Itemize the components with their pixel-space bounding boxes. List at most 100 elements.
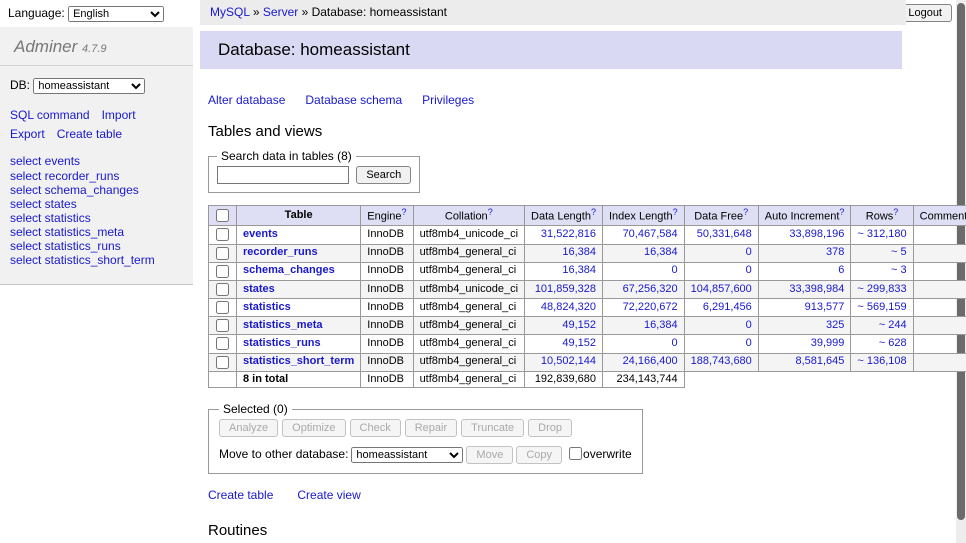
db-select[interactable]: homeassistant [33, 78, 145, 94]
column-header-data-free[interactable]: Data Free? [684, 206, 758, 226]
sidebar-action-link[interactable]: Import [102, 106, 136, 125]
data-length-link[interactable]: 48,824,320 [541, 301, 596, 313]
sidebar-table-link[interactable]: select statistics [10, 211, 183, 225]
index-length-link[interactable]: 16,384 [644, 319, 678, 331]
select-all-checkbox[interactable] [216, 209, 229, 222]
rows-count-link[interactable]: ~ 3 [891, 264, 907, 276]
table-name-link[interactable]: statistics_runs [243, 337, 321, 349]
column-header-comment[interactable]: Comment? [913, 206, 966, 226]
sidebar-table-link[interactable]: select events [10, 154, 183, 168]
table-name-link[interactable]: schema_changes [243, 264, 335, 276]
overwrite-checkbox[interactable] [569, 447, 582, 460]
row-checkbox[interactable] [216, 337, 229, 350]
rows-count-link[interactable]: ~ 312,180 [857, 228, 906, 240]
bulk-analyze-button[interactable]: Analyze [219, 419, 278, 437]
auto-increment-link[interactable]: 8,581,645 [795, 355, 844, 367]
rows-count-link[interactable]: ~ 569,159 [857, 301, 906, 313]
copy-button[interactable]: Copy [516, 446, 562, 464]
column-header-rows[interactable]: Rows? [851, 206, 913, 226]
help-icon[interactable]: ? [893, 207, 898, 217]
column-header-index-length[interactable]: Index Length? [602, 206, 684, 226]
auto-increment-link[interactable]: 325 [826, 319, 844, 331]
index-length-link[interactable]: 72,220,672 [623, 301, 678, 313]
data-free-link[interactable]: 0 [746, 337, 752, 349]
row-checkbox[interactable] [216, 356, 229, 369]
subnav-link[interactable]: Database schema [305, 93, 402, 107]
rows-count-link[interactable]: ~ 244 [879, 319, 907, 331]
data-length-link[interactable]: 31,522,816 [541, 228, 596, 240]
row-checkbox[interactable] [216, 265, 229, 278]
rows-count-link[interactable]: ~ 5 [891, 246, 907, 258]
auto-increment-link[interactable]: 33,398,984 [789, 283, 844, 295]
table-name-link[interactable]: events [243, 228, 278, 240]
auto-increment-link[interactable]: 378 [826, 246, 844, 258]
data-length-link[interactable]: 10,502,144 [541, 355, 596, 367]
bulk-check-button[interactable]: Check [350, 419, 401, 437]
rows-count-link[interactable]: ~ 299,833 [857, 283, 906, 295]
rows-count-link[interactable]: ~ 628 [879, 337, 907, 349]
data-free-link[interactable]: 0 [746, 264, 752, 276]
column-header-collation[interactable]: Collation? [413, 206, 524, 226]
bulk-repair-button[interactable]: Repair [405, 419, 457, 437]
table-name-link[interactable]: statistics_meta [243, 319, 323, 331]
table-name-link[interactable]: recorder_runs [243, 246, 318, 258]
search-input[interactable] [217, 166, 349, 184]
table-name-link[interactable]: statistics_short_term [243, 355, 354, 367]
data-length-link[interactable]: 101,859,328 [535, 283, 596, 295]
rows-count-link[interactable]: ~ 136,108 [857, 355, 906, 367]
table-name-link[interactable]: statistics [243, 301, 291, 313]
logout-button[interactable]: Logout [898, 4, 952, 22]
row-checkbox[interactable] [216, 283, 229, 296]
column-header-auto-increment[interactable]: Auto Increment? [758, 206, 851, 226]
data-free-link[interactable]: 50,331,648 [697, 228, 752, 240]
create-link[interactable]: Create view [297, 488, 360, 502]
create-link[interactable]: Create table [208, 488, 273, 502]
data-free-link[interactable]: 104,857,600 [691, 283, 752, 295]
index-length-link[interactable]: 70,467,584 [623, 228, 678, 240]
column-header-table[interactable]: Table [237, 206, 361, 226]
column-header-data-length[interactable]: Data Length? [525, 206, 603, 226]
row-checkbox[interactable] [216, 319, 229, 332]
row-checkbox[interactable] [216, 301, 229, 314]
help-icon[interactable]: ? [402, 207, 407, 217]
auto-increment-link[interactable]: 6 [838, 264, 844, 276]
index-length-link[interactable]: 0 [672, 337, 678, 349]
move-db-select[interactable]: homeassistant [351, 447, 463, 463]
sidebar-action-link[interactable]: Create table [57, 125, 122, 144]
data-free-link[interactable]: 0 [746, 319, 752, 331]
index-length-link[interactable]: 0 [672, 264, 678, 276]
search-button[interactable]: Search [356, 166, 411, 184]
auto-increment-link[interactable]: 39,999 [811, 337, 845, 349]
sidebar-table-link[interactable]: select statistics_short_term [10, 253, 183, 267]
breadcrumb-link[interactable]: MySQL [210, 5, 250, 19]
bulk-drop-button[interactable]: Drop [528, 419, 572, 437]
sidebar-table-link[interactable]: select statistics_meta [10, 225, 183, 239]
language-select[interactable]: English [68, 6, 164, 22]
help-icon[interactable]: ? [488, 207, 493, 217]
help-icon[interactable]: ? [839, 207, 844, 217]
help-icon[interactable]: ? [743, 207, 748, 217]
data-length-link[interactable]: 16,384 [562, 246, 596, 258]
breadcrumb-link[interactable]: Server [263, 5, 298, 19]
sidebar-table-link[interactable]: select recorder_runs [10, 169, 183, 183]
move-button[interactable]: Move [466, 446, 513, 464]
data-length-link[interactable]: 49,152 [562, 337, 596, 349]
help-icon[interactable]: ? [591, 207, 596, 217]
sidebar-table-link[interactable]: select states [10, 197, 183, 211]
table-name-link[interactable]: states [243, 283, 275, 295]
subnav-link[interactable]: Privileges [422, 93, 474, 107]
data-length-link[interactable]: 16,384 [562, 264, 596, 276]
help-icon[interactable]: ? [673, 207, 678, 217]
sidebar-table-link[interactable]: select schema_changes [10, 183, 183, 197]
subnav-link[interactable]: Alter database [208, 93, 285, 107]
bulk-optimize-button[interactable]: Optimize [282, 419, 345, 437]
column-header-engine[interactable]: Engine? [361, 206, 413, 226]
index-length-link[interactable]: 16,384 [644, 246, 678, 258]
sidebar-table-link[interactable]: select statistics_runs [10, 239, 183, 253]
bulk-truncate-button[interactable]: Truncate [461, 419, 524, 437]
sidebar-action-link[interactable]: SQL command [10, 106, 90, 125]
data-free-link[interactable]: 0 [746, 246, 752, 258]
index-length-link[interactable]: 24,166,400 [623, 355, 678, 367]
index-length-link[interactable]: 67,256,320 [623, 283, 678, 295]
sidebar-action-link[interactable]: Export [10, 125, 45, 144]
